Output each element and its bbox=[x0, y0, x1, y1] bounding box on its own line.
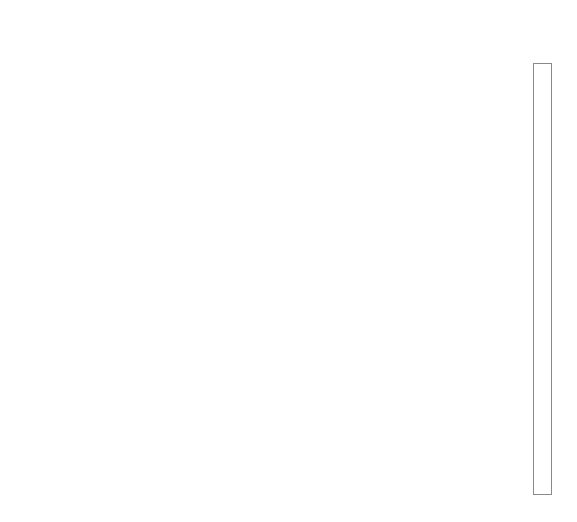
heatmap-plot-area bbox=[62, 63, 517, 493]
y-axis-tick-labels bbox=[0, 63, 58, 493]
confusion-matrix-figure bbox=[0, 0, 577, 522]
x-axis-tick-labels bbox=[62, 0, 522, 63]
confusion-matrix-grid bbox=[62, 63, 517, 493]
colorbar-gradient bbox=[533, 63, 552, 495]
colorbar bbox=[533, 63, 577, 495]
